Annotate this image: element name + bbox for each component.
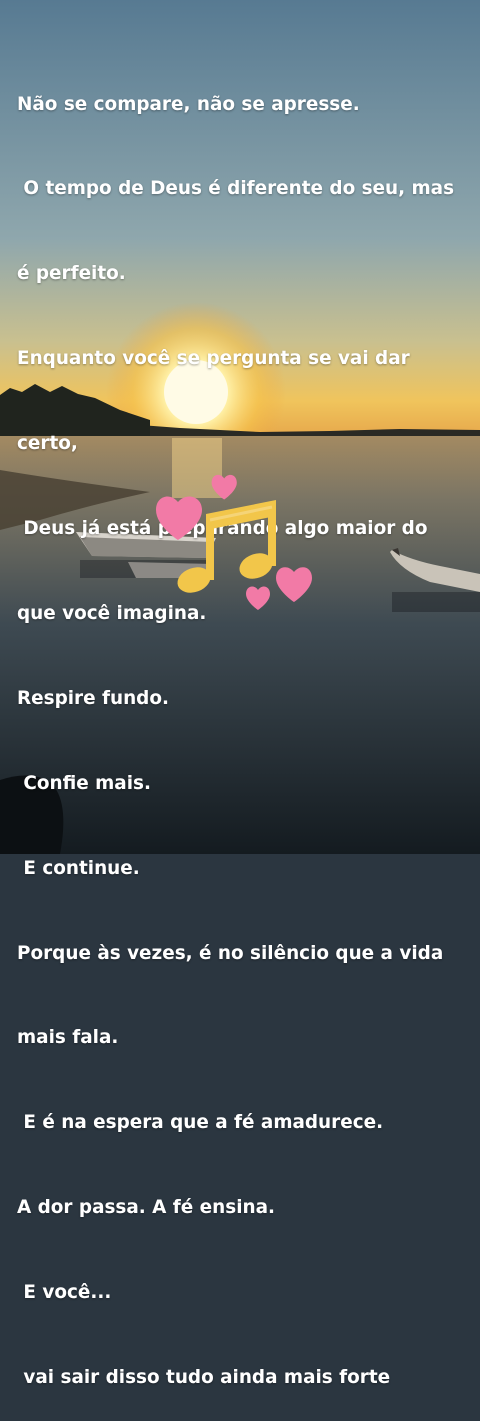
music-hearts-sticker xyxy=(156,474,312,610)
heart-icon xyxy=(276,567,312,602)
caption-text: Não se compare, não se apresse. O tempo … xyxy=(17,34,467,1421)
caption-line: Enquanto você se pergunta se vai dar xyxy=(17,348,410,370)
caption-line: O tempo de Deus é diferente do seu, mas xyxy=(17,178,455,200)
heart-icon xyxy=(246,586,270,610)
heart-icon xyxy=(211,474,237,500)
caption-line: certo, xyxy=(17,433,78,455)
caption-line: Porque às vezes, é no silêncio que a vid… xyxy=(17,942,444,964)
caption-line: A dor passa. A fé ensina. xyxy=(17,1197,275,1219)
caption-line: Confie mais. xyxy=(17,772,151,794)
caption-line: é perfeito. xyxy=(17,263,126,285)
caption-line: E continue. xyxy=(17,857,140,879)
caption-line: mais fala. xyxy=(17,1027,119,1049)
caption-line: E é na espera que a fé amadurece. xyxy=(17,1112,384,1134)
caption-line: E você... xyxy=(17,1282,112,1304)
caption-line: Respire fundo. xyxy=(17,687,169,709)
caption-line: vai sair disso tudo ainda mais forte xyxy=(17,1366,391,1388)
caption-line: Não se compare, não se apresse. xyxy=(17,93,360,115)
heart-icon xyxy=(156,496,202,540)
